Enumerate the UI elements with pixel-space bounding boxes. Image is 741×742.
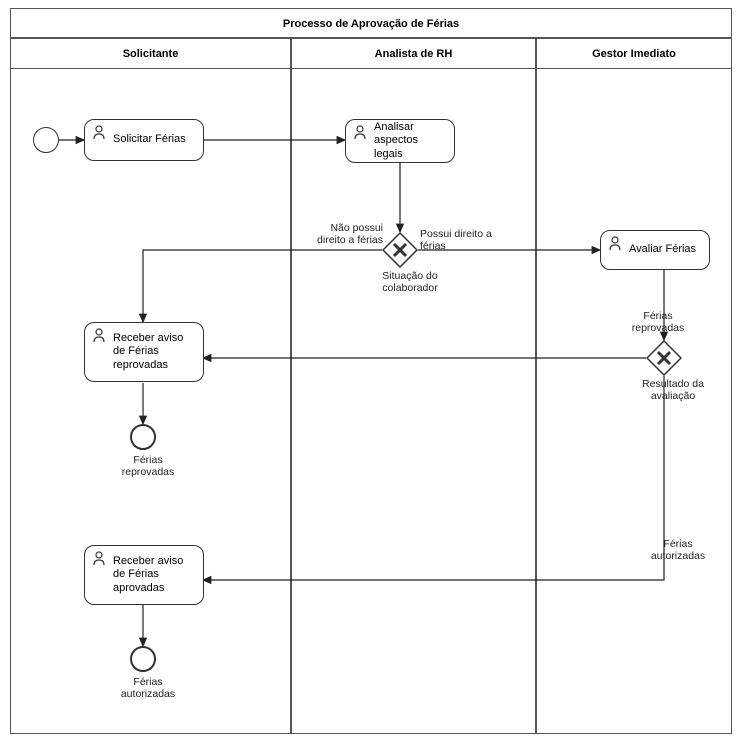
gateway-situacao <box>382 232 418 268</box>
gateway-label-resultado: Resultado da avaliação <box>628 378 718 402</box>
gateway-resultado <box>646 340 682 376</box>
task-label: Receber aviso de Férias reprovadas <box>113 332 197 372</box>
start-event <box>33 127 59 153</box>
task-label: Analisar aspectos legais <box>374 121 448 161</box>
bpmn-canvas: Processo de Aprovação de Férias Solicita… <box>0 0 741 742</box>
task-label: Receber aviso de Férias aprovadas <box>113 555 197 595</box>
flow-label-possui: Possui direito a férias <box>420 228 500 252</box>
lane-header-gestor: Gestor Imediato <box>537 39 731 69</box>
user-icon <box>91 327 107 343</box>
end-label-reprovadas: Férias reprovadas <box>113 454 183 478</box>
task-solicitar-ferias: Solicitar Férias <box>84 119 204 161</box>
task-analisar-aspectos: Analisar aspectos legais <box>345 119 455 163</box>
user-icon <box>91 550 107 566</box>
task-receber-aprovadas: Receber aviso de Férias aprovadas <box>84 545 204 605</box>
lane-header-solicitante: Solicitante <box>11 39 290 69</box>
task-label: Avaliar Férias <box>629 243 696 256</box>
gateway-label-situacao: Situação do colaborador <box>370 270 450 294</box>
task-receber-reprovadas: Receber aviso de Férias reprovadas <box>84 322 204 382</box>
end-label-autorizadas: Férias autorizadas <box>113 676 183 700</box>
end-event-reprovadas <box>130 424 156 450</box>
flow-label-autorizadas: Férias autorizadas <box>638 538 718 562</box>
user-icon <box>352 124 368 140</box>
flow-label-nao-possui: Não possui direito a férias <box>303 222 383 246</box>
user-icon <box>607 235 623 251</box>
pool-title: Processo de Aprovação de Férias <box>10 8 732 38</box>
flow-label-reprovadas: Férias reprovadas <box>618 310 698 334</box>
user-icon <box>91 124 107 140</box>
end-event-autorizadas <box>130 646 156 672</box>
task-avaliar-ferias: Avaliar Férias <box>600 230 710 270</box>
task-label: Solicitar Férias <box>113 133 186 146</box>
lane-header-analista: Analista de RH <box>292 39 535 69</box>
